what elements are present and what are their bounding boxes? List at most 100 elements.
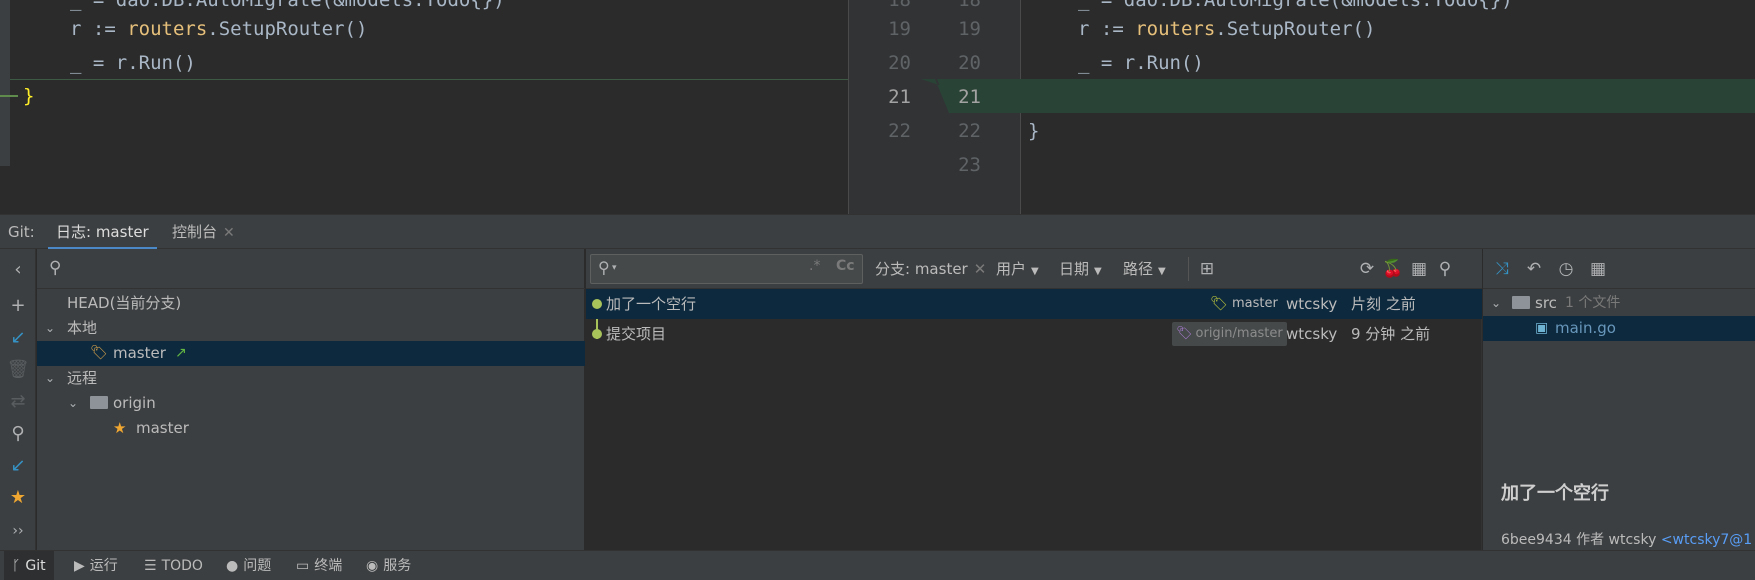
history-icon[interactable]: ◷ xyxy=(1555,258,1577,280)
show-diff-icon[interactable]: ⤨ xyxy=(1491,258,1513,280)
tree-item-main-go[interactable]: ▣ main.go xyxy=(1483,316,1755,341)
bottom-toolwindow-bar: ᚴ Git ▶ 运行 ☰ TODO ● 问题 ▭ 终端 ◉ 服务 xyxy=(0,550,1755,580)
line-number-right: 23 xyxy=(958,154,981,176)
tree-item-local[interactable]: ⌄ 本地 xyxy=(37,316,585,341)
tree-item-remote[interactable]: ⌄ 远程 xyxy=(37,366,585,391)
code-line-brace: } xyxy=(23,85,35,107)
line-number-left: 20 xyxy=(888,52,911,74)
tag-icon: 🏷 xyxy=(90,345,108,361)
delete-icon[interactable]: 🗑 xyxy=(0,353,36,385)
tree-item-remote-master[interactable]: ★ master xyxy=(37,416,585,441)
toolbar-separator xyxy=(1188,257,1189,281)
tree-item-head[interactable]: HEAD(当前分支) xyxy=(37,291,585,316)
line-number-left: 21 xyxy=(888,86,911,108)
added-line-highlight xyxy=(1021,79,1755,113)
code-line: r := routers.SetupRouter() xyxy=(70,18,368,40)
tree-item-origin[interactable]: ⌄ origin xyxy=(37,391,585,416)
close-icon[interactable]: ✕ xyxy=(974,260,987,278)
tab-problems[interactable]: ● 问题 xyxy=(218,551,279,580)
favorite-star-icon[interactable]: ★ xyxy=(0,481,36,513)
tab-run[interactable]: ▶ 运行 xyxy=(66,551,126,580)
chevron-down-icon: ▾ xyxy=(612,263,617,273)
diff-insertion-marker xyxy=(10,79,848,80)
line-number-right: 19 xyxy=(958,18,981,40)
commit-row[interactable]: 提交项目 🏷 origin/master wtcsky 9 分钟 之前 xyxy=(586,319,1482,349)
code-line: _ = r.Run() xyxy=(70,52,196,74)
regex-toggle[interactable]: .* xyxy=(809,258,820,274)
compare-icon[interactable]: ⇄ xyxy=(0,385,36,417)
line-number-left: 19 xyxy=(888,18,911,40)
log-search-input[interactable]: ⚲ ▾ .* Cc xyxy=(590,254,863,284)
branch-filter[interactable]: 分支: master ✕ xyxy=(875,249,986,289)
chevron-down-icon[interactable]: ⌄ xyxy=(42,316,58,341)
git-toolwindow-header: Git: 日志: master 控制台 ✕ xyxy=(0,214,1755,250)
tab-log-master[interactable]: 日志: master xyxy=(48,215,157,250)
chevron-down-icon: ▼ xyxy=(1031,266,1039,277)
git-left-toolbar: ‹ + ↙ 🗑 ⇄ ⚲ ↙ ★ ›› xyxy=(0,249,36,550)
ref-badge: 🏷 origin/master xyxy=(1172,322,1287,346)
branch-search-bar[interactable]: ⚲ xyxy=(37,249,585,289)
go-file-icon: ▣ xyxy=(1535,320,1549,336)
chevron-down-icon: ▼ xyxy=(1158,266,1166,277)
match-case-toggle[interactable]: Cc xyxy=(836,258,855,274)
code-line-brace: } xyxy=(1028,120,1040,142)
toolwindow-label: Git: xyxy=(8,223,35,241)
collapse-icon[interactable]: ‹ xyxy=(0,253,36,285)
date-filter[interactable]: 日期 ▼ xyxy=(1059,249,1102,289)
problems-icon: ● xyxy=(226,558,239,574)
tree-item-src[interactable]: ⌄ src 1 个文件 xyxy=(1483,291,1755,316)
tag-icon: 🏷 xyxy=(1176,326,1193,341)
search-icon: ⚲ xyxy=(49,258,62,278)
diff-editor: _ = dao.DB.AutoMigrate(&models.Todo{}) r… xyxy=(0,0,1755,214)
view-options-icon[interactable]: ▦ xyxy=(1408,258,1430,280)
line-number-left: 22 xyxy=(888,120,911,142)
line-number-right: 21 xyxy=(958,86,981,108)
tree-item-local-master[interactable]: 🏷 master ↗ xyxy=(37,341,585,366)
branch-icon: ᚴ xyxy=(12,558,21,574)
commit-log-panel: ⚲ ▾ .* Cc 分支: master ✕ 用户 ▼ 日期 ▼ 路径 ▼ ⊞ ⟳ 🍒 … xyxy=(586,249,1482,550)
author-email-link[interactable]: <wtcsky7@1 xyxy=(1661,532,1752,548)
add-icon[interactable]: + xyxy=(0,289,36,321)
tab-git[interactable]: ᚴ Git xyxy=(4,551,54,580)
close-icon[interactable]: ✕ xyxy=(223,225,235,241)
chevron-down-icon[interactable]: ⌄ xyxy=(1488,291,1504,316)
code-line: r := routers.SetupRouter() xyxy=(1078,18,1376,40)
commit-message: 加了一个空行 xyxy=(1501,483,1609,504)
fetch-icon[interactable]: ↙ xyxy=(0,449,36,481)
chevron-down-icon[interactable]: ⌄ xyxy=(65,391,81,416)
diff-right-pane[interactable]: _ = dao.DB.AutoMigrate(&models.Todo{}) r… xyxy=(1021,0,1755,214)
diff-left-pane[interactable]: _ = dao.DB.AutoMigrate(&models.Todo{}) r… xyxy=(0,0,848,214)
tab-console[interactable]: 控制台 ✕ xyxy=(164,215,243,250)
tab-terminal[interactable]: ▭ 终端 xyxy=(288,551,350,580)
chevron-down-icon[interactable]: ⌄ xyxy=(42,366,58,391)
tab-services[interactable]: ◉ 服务 xyxy=(358,551,419,580)
more-icon[interactable]: ›› xyxy=(0,515,36,547)
update-icon[interactable]: ↙ xyxy=(0,321,36,353)
left-gutter xyxy=(0,0,10,166)
new-tab-icon[interactable]: ⊞ xyxy=(1196,258,1218,280)
search-icon[interactable]: ⚲ xyxy=(1434,258,1456,280)
play-icon: ▶ xyxy=(74,558,85,574)
details-toolbar: ⤨ ↶ ◷ ▦ xyxy=(1483,249,1755,289)
insertion-tick xyxy=(0,95,18,97)
outgoing-arrow-icon: ↗ xyxy=(175,345,187,361)
commit-node xyxy=(592,299,602,309)
code-line: _ = r.Run() xyxy=(1078,52,1204,74)
commit-row[interactable]: 加了一个空行 🏷 master wtcsky 片刻 之前 xyxy=(586,289,1482,319)
diff-line-numbers: 18 19 20 21 22 18 19 20 21 22 23 xyxy=(848,0,1022,214)
revert-icon[interactable]: ↶ xyxy=(1523,258,1545,280)
user-filter[interactable]: 用户 ▼ xyxy=(996,249,1039,289)
commit-details-panel: ⤨ ↶ ◷ ▦ ⌄ src 1 个文件 ▣ main.go 加了一个空行 6be… xyxy=(1483,249,1755,550)
tab-todo[interactable]: ☰ TODO xyxy=(136,551,211,580)
line-number-right: 22 xyxy=(958,120,981,142)
commit-node xyxy=(592,329,602,339)
group-by-icon[interactable]: ▦ xyxy=(1587,258,1609,280)
line-number-right: 20 xyxy=(958,52,981,74)
terminal-icon: ▭ xyxy=(296,558,310,574)
refresh-icon[interactable]: ⟳ xyxy=(1356,258,1378,280)
star-icon: ★ xyxy=(113,419,127,437)
search-icon[interactable]: ⚲ xyxy=(0,417,36,449)
path-filter[interactable]: 路径 ▼ xyxy=(1123,249,1166,289)
search-icon: ⚲ xyxy=(598,258,610,277)
cherry-pick-icon[interactable]: 🍒 xyxy=(1382,258,1404,280)
